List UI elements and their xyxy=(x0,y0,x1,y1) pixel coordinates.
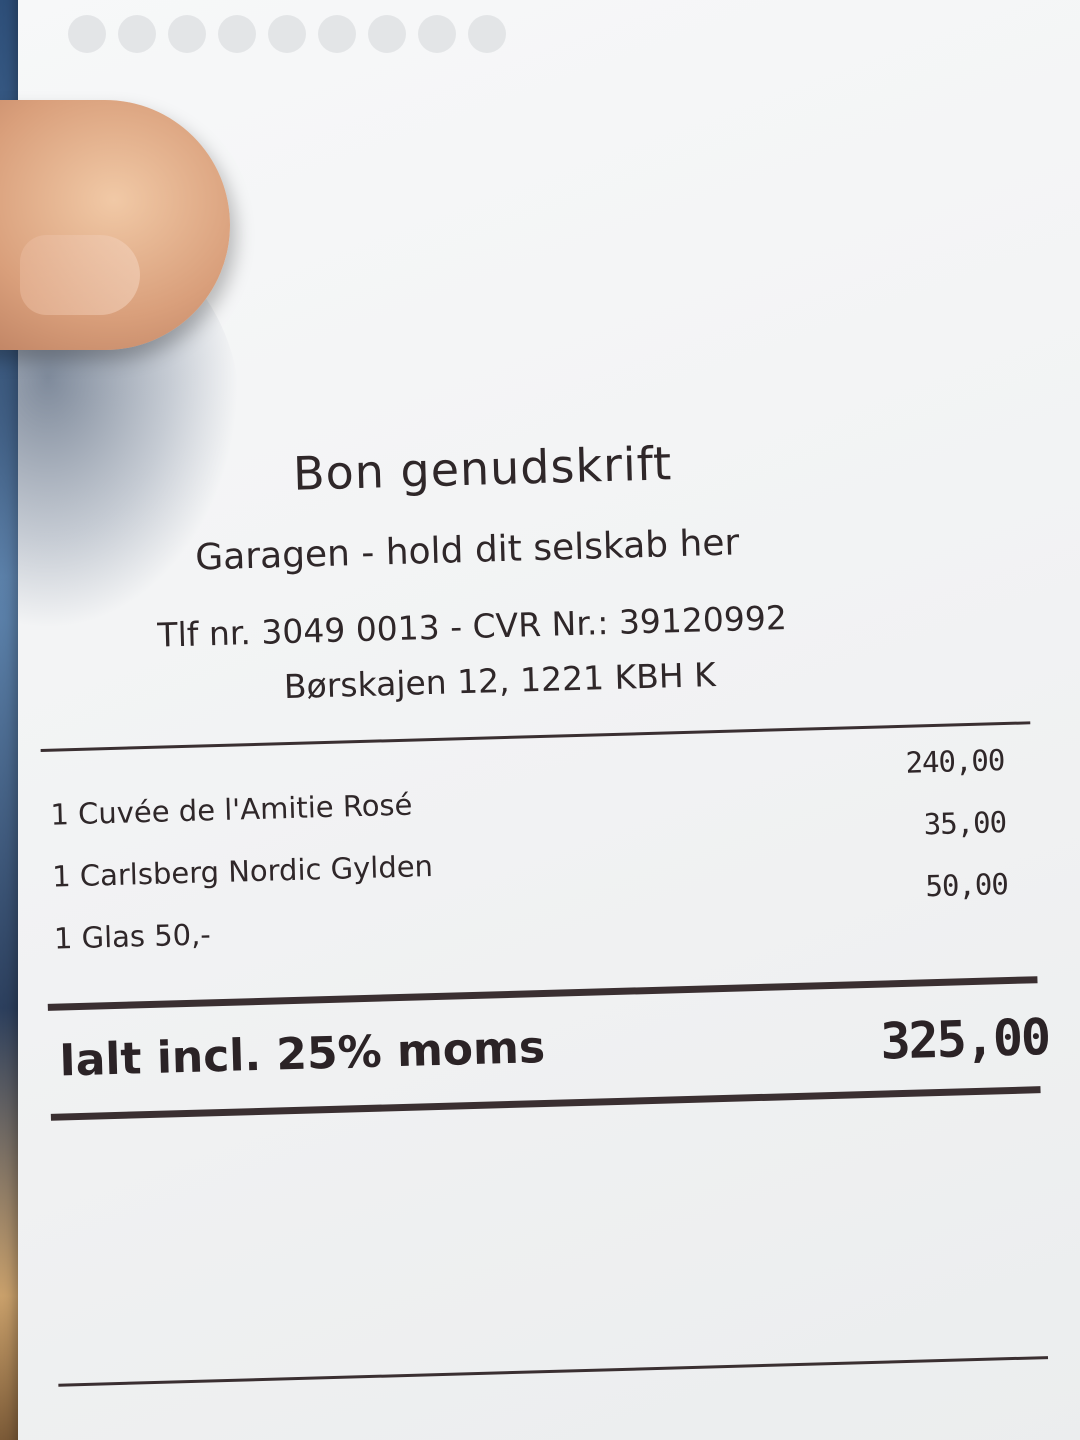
venue-name: Garagen - hold dit selskab her xyxy=(194,522,740,579)
footer-divider xyxy=(58,1356,1049,1387)
total-row: Ialt incl. 25% moms 325,00 xyxy=(59,1008,1050,1094)
line-items: 1 Cuvée de l'Amitie Rosé 240,00 1 Carlsb… xyxy=(49,743,1010,970)
contact-line: Tlf nr. 3049 0013 - CVR Nr.: 39120992 xyxy=(156,598,788,655)
thumbnail-nail xyxy=(20,235,140,315)
total-amount: 325,00 xyxy=(879,1007,1050,1071)
item-price: 35,00 xyxy=(923,805,1007,842)
total-divider-top xyxy=(47,976,1038,1011)
item-name: 1 Glas 50,- xyxy=(53,917,212,956)
total-label: Ialt incl. 25% moms xyxy=(58,1021,546,1087)
item-price: 240,00 xyxy=(905,743,1005,780)
item-name: 1 Cuvée de l'Amitie Rosé xyxy=(49,787,413,832)
receipt-title: Bon genudskrift xyxy=(292,436,673,501)
item-price: 50,00 xyxy=(925,867,1009,904)
total-divider-bottom xyxy=(50,1086,1041,1121)
item-name: 1 Carlsberg Nordic Gylden xyxy=(51,849,434,894)
venue-address: Børskajen 12, 1221 KBH K xyxy=(283,655,717,707)
header-divider xyxy=(40,721,1031,752)
photo-scene: Bon genudskrift Garagen - hold dit selsk… xyxy=(0,0,1080,1440)
